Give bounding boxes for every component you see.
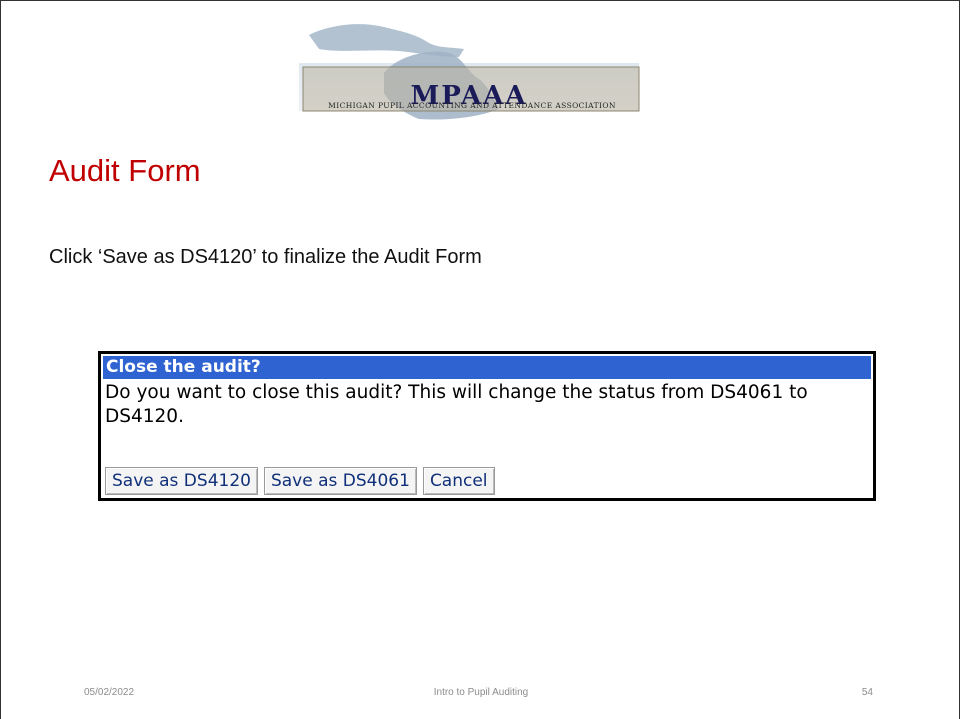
slide: MPAAA Michigan Pupil Accounting and Atte… (0, 0, 960, 719)
cancel-button[interactable]: Cancel (422, 467, 495, 495)
logo-sub-text: Michigan Pupil Accounting and Attendance… (328, 101, 616, 110)
footer-title: Intro to Pupil Auditing (433, 687, 529, 698)
mpaaa-logo (299, 24, 640, 120)
dialog-message: Do you want to close this audit? This wi… (105, 382, 808, 427)
close-audit-dialog: Close the audit? Do you want to close th… (98, 351, 876, 501)
slide-title: Audit Form (49, 153, 201, 188)
dialog-button-row: Save as DS4120 Save as DS4061 Cancel (105, 467, 495, 495)
footer-page-number: 54 (861, 687, 873, 698)
dialog-title: Close the audit? (103, 356, 871, 379)
save-as-ds4120-button[interactable]: Save as DS4120 (105, 467, 258, 495)
slide-body-text: Click ‘Save as DS4120’ to finalize the A… (49, 246, 482, 268)
save-as-ds4061-button[interactable]: Save as DS4061 (263, 467, 417, 495)
